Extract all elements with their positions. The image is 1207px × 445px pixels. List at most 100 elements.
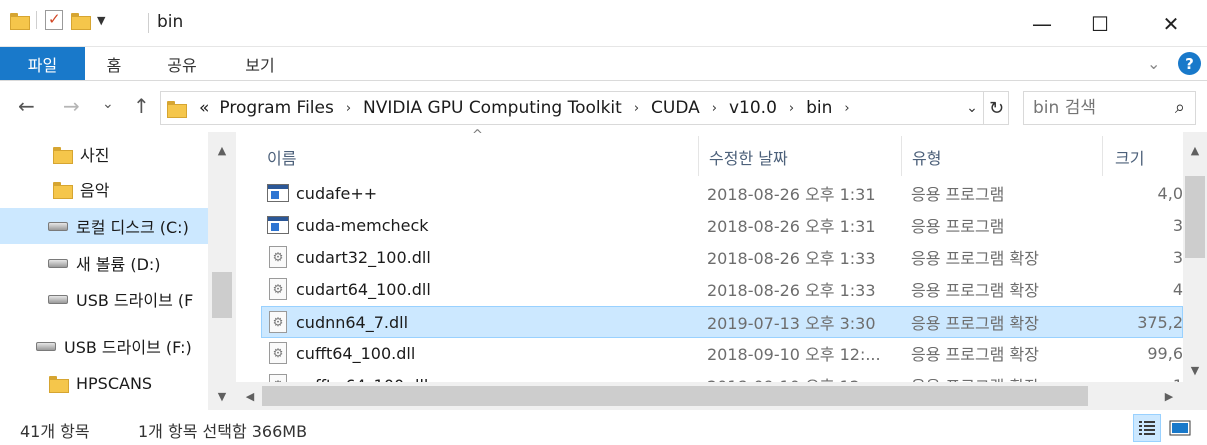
search-icon[interactable]: ⌕ bbox=[1175, 97, 1185, 118]
nav-item-volume-d[interactable]: 새 볼륨 (D:) bbox=[0, 245, 208, 281]
file-type: 응용 프로그램 확장 bbox=[911, 281, 1039, 300]
tab-view[interactable]: 보기 bbox=[236, 47, 284, 80]
file-list-horizontal-scrollbar[interactable]: ◀ ▶ bbox=[236, 382, 1183, 410]
file-name: cudafe++ bbox=[296, 183, 378, 203]
file-list-vertical-scrollbar[interactable]: ▲ ▼ bbox=[1183, 132, 1207, 410]
folder-icon bbox=[10, 12, 30, 30]
nav-item-hpscans[interactable]: HPSCANS bbox=[0, 365, 208, 401]
scrollbar-thumb[interactable] bbox=[1185, 176, 1205, 258]
large-icons-view-icon bbox=[1169, 420, 1191, 436]
back-button[interactable]: ← bbox=[18, 94, 35, 118]
breadcrumb-separator[interactable]: › bbox=[634, 101, 639, 116]
forward-button[interactable]: → bbox=[63, 94, 80, 118]
new-folder-icon[interactable] bbox=[71, 12, 91, 30]
table-row[interactable]: cudafe++ 2018-08-26 오후 1:31 응용 프로그램 4,0 bbox=[261, 178, 1183, 210]
file-date: 2019-07-13 오후 3:30 bbox=[707, 314, 876, 333]
customize-qat-icon[interactable]: ▼ bbox=[97, 14, 105, 27]
table-row[interactable]: ⚙ cufft64_100.dll 2018-09-10 오후 12:... 응… bbox=[261, 338, 1183, 370]
scroll-up-arrow[interactable]: ▲ bbox=[1183, 140, 1207, 160]
navpane-scrollbar[interactable]: ▲ ▼ bbox=[208, 132, 236, 410]
nav-item-label: USB 드라이브 (F:) bbox=[64, 338, 192, 357]
column-header-size[interactable]: 크기 bbox=[1115, 142, 1144, 172]
refresh-button[interactable]: ↻ bbox=[983, 92, 1009, 124]
file-type: 응용 프로그램 bbox=[911, 185, 1005, 204]
column-divider[interactable] bbox=[1102, 136, 1103, 176]
navigation-bar: ← → ⌄ ↑ « Program Files › NVIDIA GPU Com… bbox=[0, 82, 1207, 132]
breadcrumb-bin[interactable]: bin bbox=[806, 98, 832, 118]
breadcrumb-separator[interactable]: › bbox=[844, 101, 849, 116]
scroll-up-arrow[interactable]: ▲ bbox=[210, 140, 234, 160]
nav-item-pictures[interactable]: 사진 bbox=[0, 136, 208, 172]
details-view-button[interactable] bbox=[1133, 414, 1161, 442]
file-name: cudart32_100.dll bbox=[296, 247, 431, 267]
nav-item-music[interactable]: 음악 bbox=[0, 171, 208, 207]
nav-item-local-disk-c[interactable]: 로컬 디스크 (C:) bbox=[0, 208, 208, 244]
folder-icon bbox=[48, 374, 69, 393]
minimize-button[interactable]: — bbox=[1013, 0, 1071, 47]
nav-item-usb-drive-f-root[interactable]: USB 드라이브 (F:) bbox=[0, 328, 208, 364]
breadcrumb-v10[interactable]: v10.0 bbox=[729, 98, 777, 118]
pictures-folder-icon bbox=[52, 145, 73, 164]
maximize-button[interactable]: ☐ bbox=[1071, 0, 1129, 47]
nav-item-label: 음악 bbox=[80, 181, 110, 200]
column-header-date[interactable]: 수정한 날짜 bbox=[709, 142, 788, 172]
dll-icon: ⚙ bbox=[269, 242, 291, 272]
breadcrumb-program-files[interactable]: Program Files bbox=[219, 98, 333, 118]
usb-drive-icon bbox=[48, 290, 68, 308]
close-button[interactable]: ✕ bbox=[1142, 0, 1200, 47]
file-size: 4 bbox=[1172, 279, 1183, 299]
dll-icon: ⚙ bbox=[269, 338, 291, 368]
dll-icon: ⚙ bbox=[269, 274, 291, 304]
file-type: 응용 프로그램 확장 bbox=[911, 345, 1039, 364]
nav-item-usb-drive-f[interactable]: USB 드라이브 (F bbox=[0, 281, 208, 317]
scroll-down-arrow[interactable]: ▼ bbox=[1183, 360, 1207, 380]
help-icon[interactable]: ? bbox=[1178, 52, 1201, 75]
file-type: 응용 프로그램 bbox=[911, 217, 1005, 236]
breadcrumb-separator[interactable]: › bbox=[789, 101, 794, 116]
nav-item-label: 사진 bbox=[80, 146, 110, 165]
recent-locations-button[interactable]: ⌄ bbox=[102, 96, 114, 112]
large-icons-view-button[interactable] bbox=[1166, 414, 1194, 442]
tab-share[interactable]: 공유 bbox=[158, 47, 206, 80]
column-divider[interactable] bbox=[698, 136, 699, 176]
table-row[interactable]: ⚙ cudart64_100.dll 2018-08-26 오후 1:33 응용… bbox=[261, 274, 1183, 306]
exe-icon bbox=[267, 210, 291, 240]
breadcrumb-separator[interactable]: › bbox=[346, 101, 351, 116]
breadcrumb-overflow[interactable]: « bbox=[199, 98, 209, 118]
scrollbar-thumb[interactable] bbox=[262, 386, 1088, 406]
search-box: ⌕ bbox=[1023, 91, 1196, 125]
navigation-pane: 사진 음악 로컬 디스크 (C:) 새 볼륨 (D:) USB 드라이브 (F … bbox=[0, 132, 236, 410]
tab-file[interactable]: 파일 bbox=[0, 47, 85, 80]
scroll-left-arrow[interactable]: ◀ bbox=[238, 386, 262, 406]
up-button[interactable]: ↑ bbox=[133, 94, 150, 118]
scrollbar-thumb[interactable] bbox=[212, 272, 232, 318]
table-row[interactable]: cuda-memcheck 2018-08-26 오후 1:31 응용 프로그램… bbox=[261, 210, 1183, 242]
window-title: bin bbox=[157, 12, 184, 32]
table-row[interactable]: ⚙ cudart32_100.dll 2018-08-26 오후 1:33 응용… bbox=[261, 242, 1183, 274]
scroll-right-arrow[interactable]: ▶ bbox=[1157, 386, 1181, 406]
search-input[interactable] bbox=[1033, 98, 1168, 118]
tab-home[interactable]: 홈 bbox=[92, 47, 136, 80]
dll-icon: ⚙ bbox=[269, 307, 291, 337]
table-row-selected[interactable]: ⚙ cudnn64_7.dll 2019-07-13 오후 3:30 응용 프로… bbox=[261, 306, 1183, 338]
file-date: 2018-08-26 오후 1:31 bbox=[707, 217, 876, 236]
column-header-name[interactable]: 이름 bbox=[267, 142, 296, 172]
breadcrumb-cuda[interactable]: CUDA bbox=[651, 98, 700, 118]
ribbon-tabs: 파일 홈 공유 보기 ⌄ ? bbox=[0, 47, 1207, 81]
details-view-icon bbox=[1139, 421, 1155, 435]
file-name: cufft64_100.dll bbox=[296, 343, 416, 363]
column-divider[interactable] bbox=[901, 136, 902, 176]
properties-icon[interactable] bbox=[45, 10, 63, 30]
dll-icon: ⚙ bbox=[269, 370, 291, 382]
usb-drive-icon bbox=[36, 337, 56, 355]
address-bar[interactable]: « Program Files › NVIDIA GPU Computing T… bbox=[160, 91, 1009, 125]
breadcrumb-nvidia-toolkit[interactable]: NVIDIA GPU Computing Toolkit bbox=[363, 98, 622, 118]
expand-ribbon-icon[interactable]: ⌄ bbox=[1147, 54, 1160, 73]
column-header-type[interactable]: 유형 bbox=[912, 142, 941, 172]
address-dropdown-button[interactable]: ⌄ bbox=[961, 96, 983, 120]
quick-access-toolbar: ▼ bbox=[10, 10, 105, 30]
file-name: cudnn64_7.dll bbox=[296, 312, 409, 332]
scroll-down-arrow[interactable]: ▼ bbox=[210, 386, 234, 406]
table-row[interactable]: ⚙ cufftw64_100.dll 2018-09-10 오후 12:... … bbox=[261, 370, 1183, 382]
breadcrumb-separator[interactable]: › bbox=[712, 101, 717, 116]
